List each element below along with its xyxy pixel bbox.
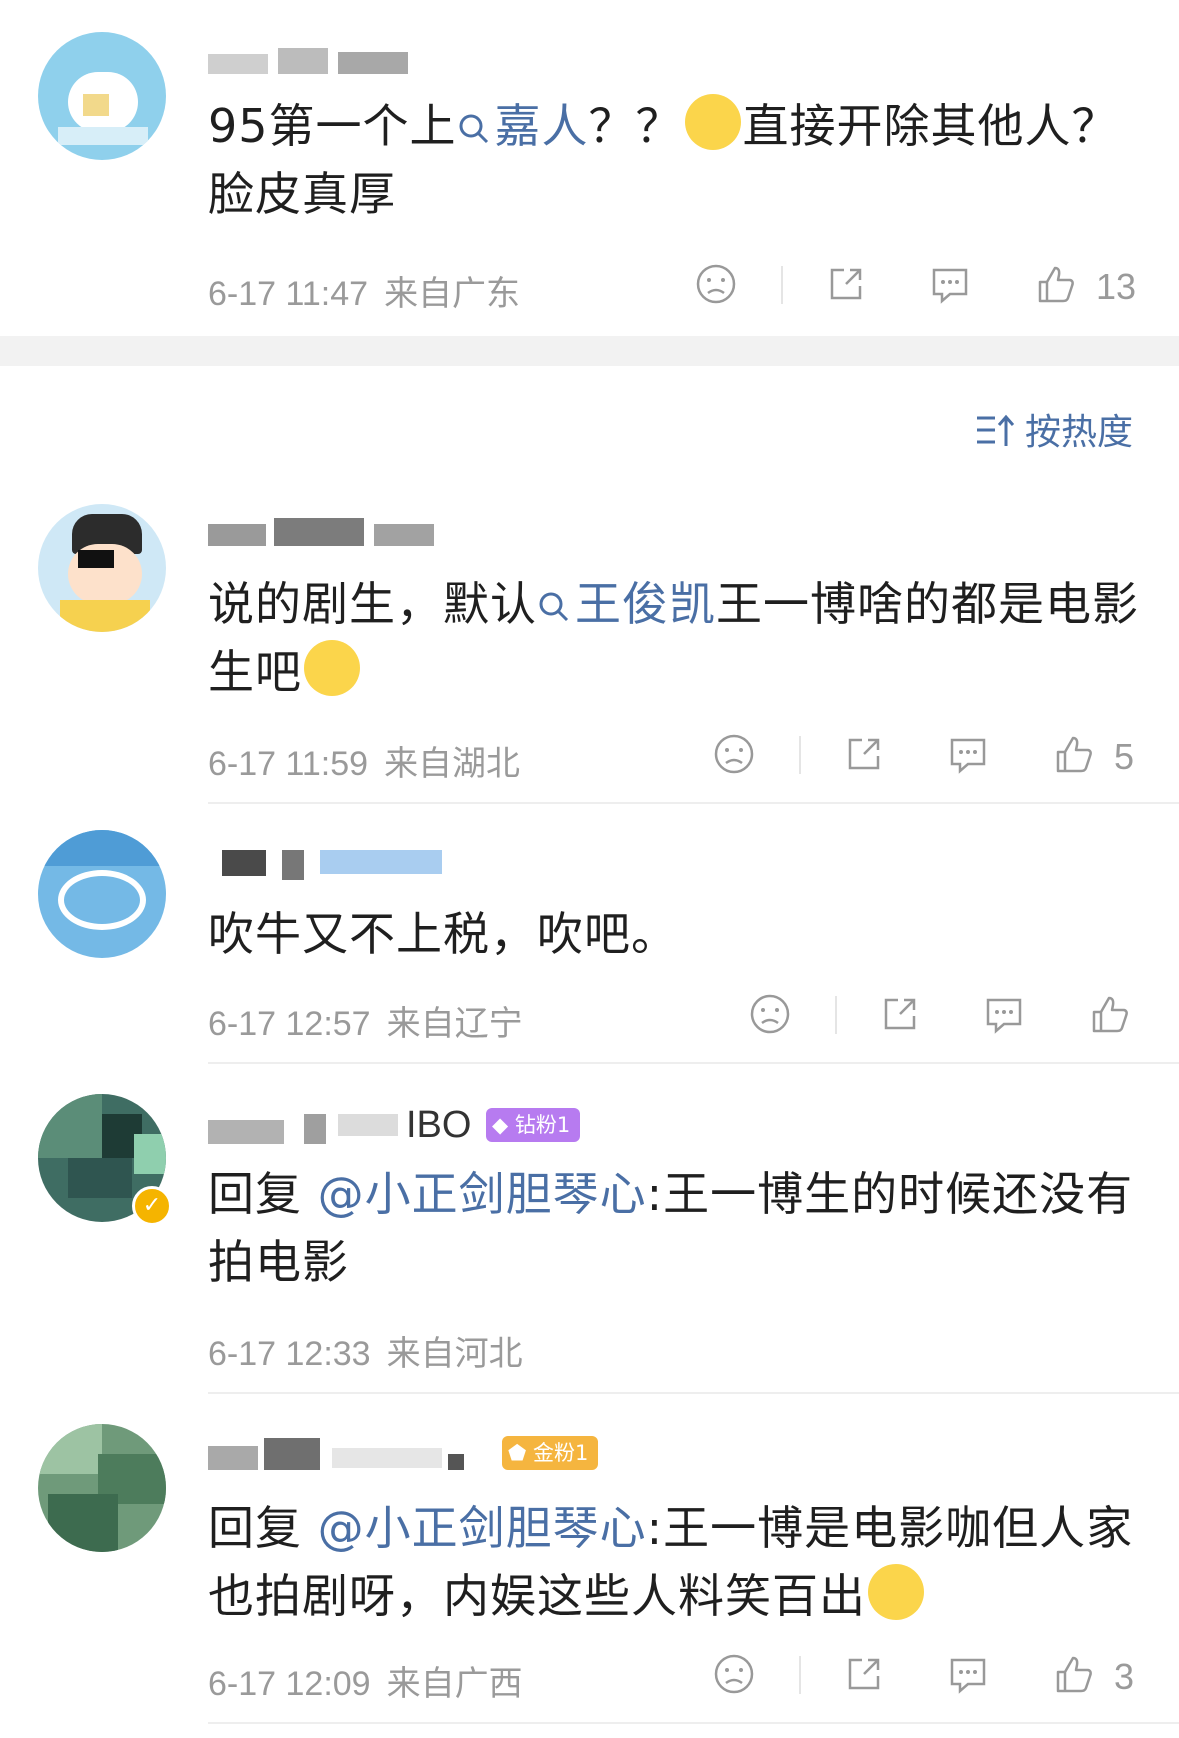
timestamp: 6-17 11:47: [208, 275, 369, 313]
share-icon[interactable]: [824, 262, 868, 306]
username-blurred[interactable]: [208, 1434, 488, 1474]
action-separator: [835, 996, 837, 1034]
comment-meta: 6-17 12:09 来自广西: [208, 1656, 523, 1705]
username-blurred[interactable]: [208, 42, 418, 82]
dislike-icon[interactable]: [712, 1652, 756, 1696]
gold-gem-icon: ⬟: [508, 1441, 527, 1465]
diamond-icon: ◆: [492, 1113, 509, 1137]
location: 来自湖北: [384, 745, 521, 783]
fan-badge: ⬟ 金粉1: [502, 1436, 599, 1470]
avatar[interactable]: [38, 830, 166, 958]
like-count: 5: [1114, 736, 1135, 777]
crying-laughing-emoji-icon: [868, 1564, 924, 1620]
location: 来自广西: [386, 1665, 523, 1703]
avatar[interactable]: [38, 32, 166, 160]
share-icon[interactable]: [878, 992, 922, 1036]
hashtag-link[interactable]: 王俊凯: [537, 577, 716, 631]
like-count: 13: [1096, 266, 1137, 307]
like-icon[interactable]: [1034, 262, 1078, 306]
dislike-icon[interactable]: [748, 992, 792, 1036]
verified-badge-icon: ✓: [132, 1186, 172, 1226]
like-icon[interactable]: [1088, 992, 1132, 1036]
search-icon: [539, 592, 569, 622]
action-separator: [799, 1656, 801, 1694]
avatar[interactable]: [38, 1424, 166, 1552]
timestamp: 6-17 12:33: [208, 1335, 371, 1373]
share-icon[interactable]: [842, 1652, 886, 1696]
comment-icon[interactable]: [928, 262, 972, 306]
location: 来自河北: [386, 1335, 523, 1373]
sort-icon: [977, 414, 1015, 446]
timestamp: 6-17 12:57: [208, 1005, 371, 1043]
action-separator: [781, 266, 783, 304]
comment-meta: 6-17 12:57 来自辽宁: [208, 996, 523, 1045]
dislike-icon[interactable]: [712, 732, 756, 776]
share-icon[interactable]: [842, 732, 886, 776]
comment-icon[interactable]: [946, 732, 990, 776]
comment-meta: 6-17 12:33 来自河北: [208, 1326, 523, 1375]
fan-badge: ◆ 钻粉1: [486, 1108, 581, 1142]
comment-text: 回复 @小正剑胆琴心:王一博是电影咖但人家也拍剧呀，内娱这些人料笑百出: [208, 1501, 1134, 1623]
comment-text: 吹牛又不上税，吹吧。: [208, 907, 678, 961]
username-blurred[interactable]: [208, 846, 458, 886]
like-count: 3: [1114, 1656, 1135, 1697]
action-separator: [799, 736, 801, 774]
sweat-smile-emoji-icon: [684, 94, 741, 150]
dislike-icon[interactable]: [694, 262, 738, 306]
comment-meta: 6-17 11:47 来自广东: [208, 266, 520, 315]
comment-divider: [208, 1722, 1179, 1724]
mention-link[interactable]: @小正剑胆琴心: [318, 1167, 647, 1221]
comment-divider: [208, 1062, 1179, 1064]
avatar[interactable]: [38, 504, 166, 632]
location: 来自辽宁: [386, 1005, 523, 1043]
timestamp: 6-17 11:59: [208, 745, 369, 783]
search-icon: [459, 114, 488, 144]
laughing-tears-emoji-icon: [304, 640, 360, 696]
sort-by-hot-button[interactable]: 按热度: [975, 408, 1133, 458]
timestamp: 6-17 12:09: [208, 1665, 371, 1703]
username-blurred[interactable]: [208, 514, 458, 554]
comment-text: 95第一个上 嘉人？？ 直接开除其他人？脸皮真厚: [208, 92, 1148, 228]
mention-link[interactable]: @小正剑胆琴心: [318, 1501, 647, 1555]
like-icon[interactable]: [1052, 732, 1096, 776]
comment-icon[interactable]: [982, 992, 1026, 1036]
location: 来自广东: [384, 275, 521, 313]
comment-meta: 6-17 11:59 来自湖北: [208, 736, 520, 785]
hashtag-link[interactable]: 嘉人: [457, 99, 589, 153]
comment-text: 回复 @小正剑胆琴心:王一博生的时候还没有拍电影: [208, 1167, 1134, 1289]
comment-divider: [208, 802, 1179, 804]
comment-text: 说的剧生，默认 王俊凯王一博啥的都是电影生吧: [208, 577, 1139, 699]
comment-divider: [208, 1392, 1179, 1394]
like-icon[interactable]: [1052, 1652, 1096, 1696]
comment-icon[interactable]: [946, 1652, 990, 1696]
section-separator: [0, 336, 1179, 366]
